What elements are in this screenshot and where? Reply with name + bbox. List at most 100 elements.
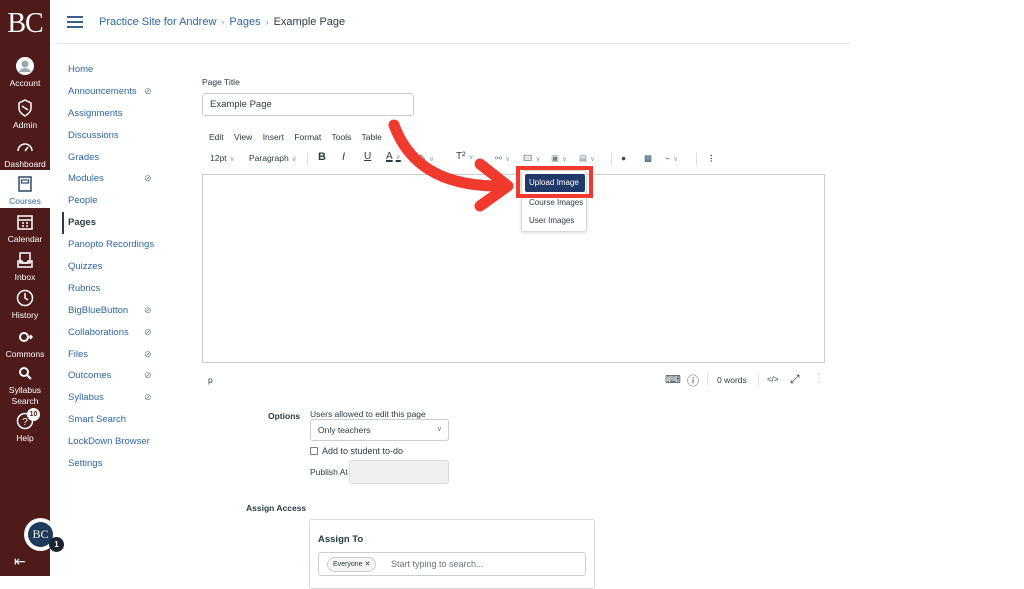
editor-statusbar: p ⌨ ⓘ 0 words </> ⤢ ⋮ bbox=[202, 372, 825, 390]
html-editor-toggle[interactable]: </> bbox=[767, 375, 779, 384]
page-title-input[interactable]: Example Page bbox=[202, 93, 414, 116]
word-count[interactable]: 0 words bbox=[717, 375, 747, 385]
image-editor-button[interactable]: ▩ bbox=[644, 153, 652, 164]
menu-item-course-images[interactable]: Course Images bbox=[529, 198, 583, 207]
course-nav-modules[interactable]: Modules ⊘ bbox=[62, 168, 172, 190]
course-nav-assignments[interactable]: Assignments bbox=[62, 103, 172, 125]
assignee-chip[interactable]: Everyone ✕ bbox=[327, 557, 377, 572]
course-nav-panopto[interactable]: Panopto Recordings bbox=[62, 234, 172, 256]
remove-chip-icon[interactable]: ✕ bbox=[365, 561, 371, 568]
gnav-commons[interactable]: Commons bbox=[0, 327, 50, 360]
hidden-eye-icon: ⊘ bbox=[144, 370, 152, 381]
global-nav: BC Account Admin Dashboard Courses Calen… bbox=[0, 0, 64, 576]
history-clock-icon bbox=[16, 289, 34, 307]
menu-tools[interactable]: Tools bbox=[331, 132, 351, 142]
course-nav-smart-search[interactable]: Smart Search bbox=[62, 409, 172, 431]
gnav-dashboard[interactable]: Dashboard bbox=[0, 137, 50, 170]
document-icon: ▤ bbox=[579, 153, 588, 163]
image-button[interactable]: 🖾 ∨ bbox=[523, 153, 540, 167]
italic-button[interactable]: I bbox=[342, 151, 345, 163]
gnav-admin[interactable]: Admin bbox=[0, 98, 50, 131]
gnav-syllabus-search[interactable]: Syllabus Search bbox=[0, 363, 50, 407]
courses-book-icon bbox=[18, 176, 32, 192]
fullscreen-icon[interactable]: ⤢ bbox=[790, 372, 800, 387]
collapse-nav-icon[interactable]: ⇤ bbox=[14, 553, 26, 570]
chevron-down-icon: ∨ bbox=[291, 156, 297, 163]
block-format-dropdown[interactable]: Paragraph ∨ bbox=[249, 153, 297, 163]
chevron-down-icon: ∨ bbox=[229, 156, 235, 163]
assign-to-input[interactable]: Everyone ✕ Start typing to search... bbox=[318, 552, 586, 576]
gnav-inbox[interactable]: Inbox bbox=[0, 250, 50, 283]
bold-button[interactable]: B bbox=[318, 151, 326, 163]
plugins-button[interactable]: ⌁ ∨ bbox=[665, 153, 678, 164]
document-button[interactable]: ▤ ∨ bbox=[579, 153, 595, 164]
help-notification-badge: 10 bbox=[27, 408, 40, 421]
course-nav-grades[interactable]: Grades bbox=[62, 147, 172, 169]
gnav-courses[interactable]: Courses bbox=[0, 170, 50, 208]
dashboard-icon bbox=[17, 143, 33, 152]
course-nav-syllabus[interactable]: Syllabus ⊘ bbox=[62, 387, 172, 409]
publish-at-label: Publish At bbox=[310, 467, 348, 477]
menu-insert[interactable]: Insert bbox=[263, 132, 284, 142]
text-color-button[interactable]: A ∨ bbox=[386, 151, 401, 162]
assign-access-label: Assign Access bbox=[246, 503, 307, 513]
course-nav-outcomes[interactable]: Outcomes ⊘ bbox=[62, 365, 172, 387]
hidden-eye-icon: ⊘ bbox=[144, 173, 152, 184]
course-nav-lockdown-browser[interactable]: LockDown Browser bbox=[62, 431, 172, 453]
apps-button[interactable]: ● bbox=[621, 153, 626, 163]
chevron-down-icon: ∨ bbox=[468, 154, 474, 161]
apps-icon: ● bbox=[621, 153, 627, 163]
student-todo-checkbox[interactable] bbox=[310, 447, 318, 455]
course-nav-people[interactable]: People bbox=[62, 190, 172, 212]
keyboard-shortcuts-icon[interactable]: ⌨ bbox=[665, 373, 681, 386]
course-nav-home[interactable]: Home bbox=[62, 59, 172, 81]
accessibility-checker-icon[interactable]: ⓘ bbox=[687, 372, 699, 389]
course-nav-bigbluebutton[interactable]: BigBlueButton ⊘ bbox=[62, 300, 172, 322]
course-nav-pages[interactable]: Pages bbox=[62, 212, 172, 235]
rich-content-editor[interactable] bbox=[202, 174, 825, 363]
gnav-calendar[interactable]: Calendar bbox=[0, 212, 50, 245]
calendar-icon bbox=[17, 215, 33, 230]
gnav-history[interactable]: History bbox=[0, 288, 50, 321]
status-divider bbox=[707, 373, 708, 386]
course-nav-announcements[interactable]: Announcements ⊘ bbox=[62, 81, 172, 103]
resize-handle-icon[interactable]: ⋮ bbox=[814, 373, 824, 384]
course-nav: Home Announcements ⊘ Assignments Discussi… bbox=[62, 59, 172, 475]
menu-format[interactable]: Format bbox=[294, 132, 321, 142]
menu-edit[interactable]: Edit bbox=[209, 132, 224, 142]
edit-permission-select[interactable]: Only teachers ∨ bbox=[310, 419, 449, 441]
inbox-icon bbox=[17, 252, 33, 268]
chevron-down-icon: ∨ bbox=[505, 156, 511, 163]
underline-button[interactable]: U bbox=[364, 151, 371, 162]
gnav-account[interactable]: Account bbox=[0, 56, 50, 89]
more-options-button[interactable]: ⋮ bbox=[707, 153, 716, 164]
course-nav-quizzes[interactable]: Quizzes bbox=[62, 256, 172, 278]
link-icon: ⚯ bbox=[495, 153, 503, 163]
image-icon: 🖾 bbox=[523, 153, 533, 163]
hamburger-menu-icon[interactable] bbox=[67, 16, 83, 28]
menu-item-user-images[interactable]: User Images bbox=[529, 216, 574, 225]
publish-at-input[interactable] bbox=[349, 460, 449, 484]
link-button[interactable]: ⚯ ∨ bbox=[495, 153, 510, 164]
edit-permission-label: Users allowed to edit this page bbox=[310, 409, 426, 419]
brand-logo[interactable]: BC bbox=[0, 8, 50, 40]
gnav-help[interactable]: ? Help bbox=[0, 411, 50, 444]
highlight-color-button[interactable]: ✎ ∨ bbox=[419, 153, 434, 164]
course-nav-files[interactable]: Files ⊘ bbox=[62, 344, 172, 366]
font-size-dropdown[interactable]: 12pt ∨ bbox=[210, 153, 235, 163]
course-nav-collaborations[interactable]: Collaborations ⊘ bbox=[62, 322, 172, 344]
syllabus-search-icon bbox=[19, 367, 32, 380]
account-icon bbox=[16, 57, 34, 75]
menu-view[interactable]: View bbox=[234, 132, 252, 142]
breadcrumb-course[interactable]: Practice Site for Andrew bbox=[99, 16, 216, 28]
media-button[interactable]: ▣ ∨ bbox=[551, 153, 567, 164]
course-nav-settings[interactable]: Settings bbox=[62, 453, 172, 475]
breadcrumb-pages[interactable]: Pages bbox=[229, 16, 260, 28]
element-path[interactable]: p bbox=[208, 375, 213, 385]
assign-search-placeholder: Start typing to search... bbox=[391, 559, 484, 569]
superscript-button[interactable]: T² ∨ bbox=[456, 151, 474, 162]
course-nav-discussions[interactable]: Discussions bbox=[62, 125, 172, 147]
course-nav-rubrics[interactable]: Rubrics bbox=[62, 278, 172, 300]
menu-table[interactable]: Table bbox=[362, 132, 382, 142]
chevron-down-icon: ∨ bbox=[673, 156, 679, 163]
